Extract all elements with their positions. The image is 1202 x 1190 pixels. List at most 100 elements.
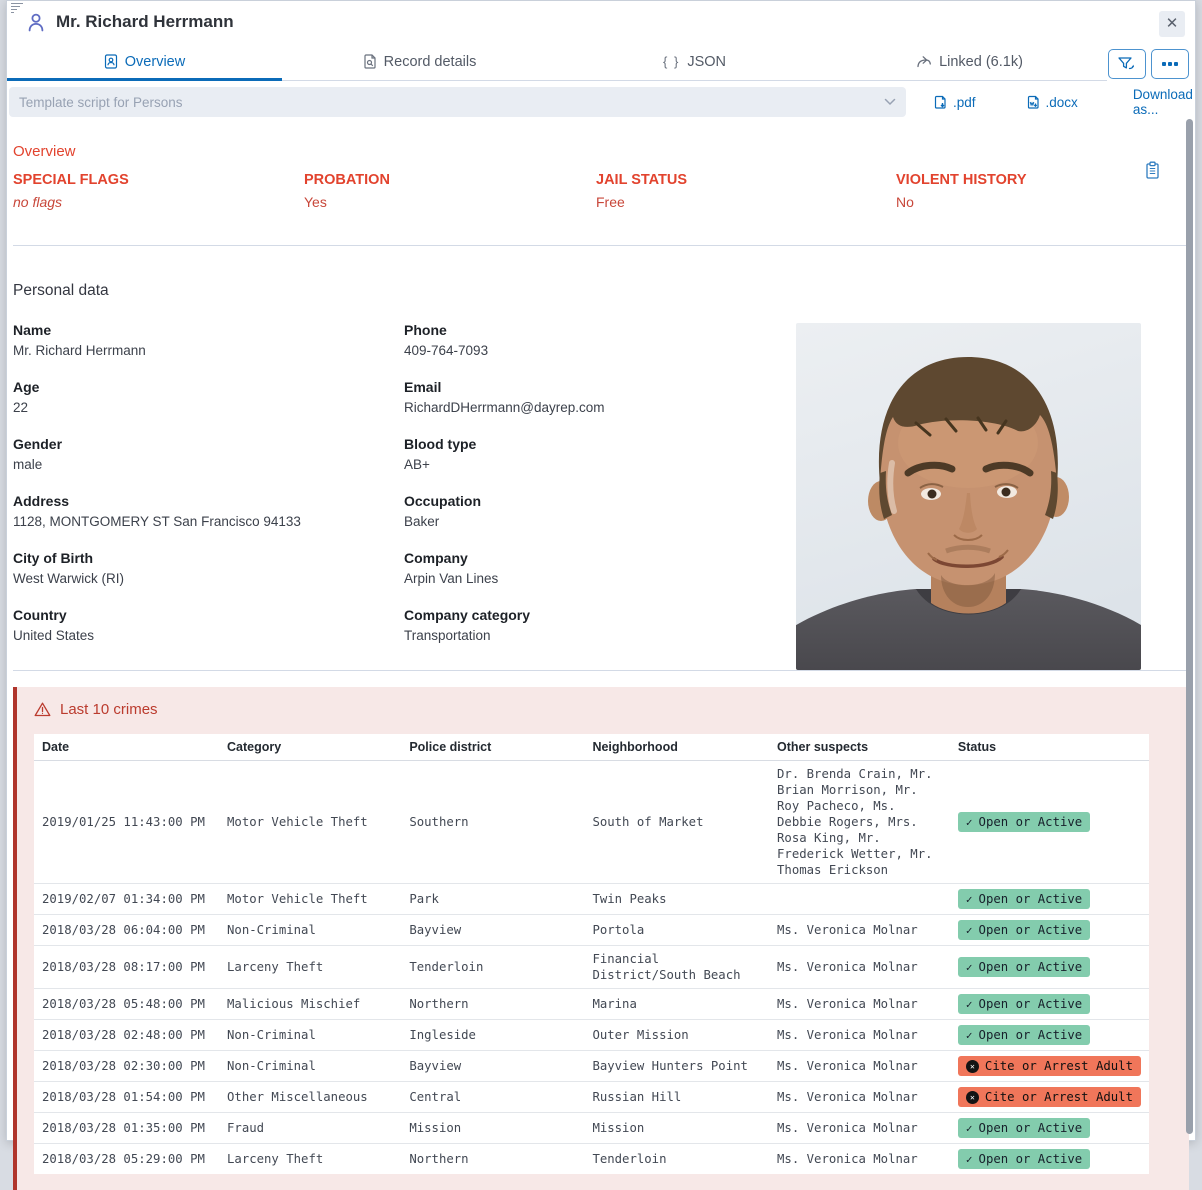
table-row: 2018/03/28 01:35:00 PM Fraud Mission Mis… bbox=[34, 1113, 1149, 1144]
crime-neighborhood-cell: Outer Mission bbox=[584, 1020, 769, 1051]
field-value: Baker bbox=[404, 512, 794, 531]
crime-neighborhood-cell: Marina bbox=[584, 989, 769, 1020]
docx-label: .docx bbox=[1046, 95, 1078, 110]
personal-fields-left: Name Mr. Richard Herrmann Age 22 Gender … bbox=[13, 320, 404, 670]
tab-label: Linked (6.1k) bbox=[939, 54, 1023, 70]
flag-value: Yes bbox=[304, 192, 596, 212]
flag-value: No bbox=[896, 192, 1189, 212]
status-badge: ✓ Open or Active bbox=[958, 957, 1090, 977]
col-header-district: Police district bbox=[401, 734, 584, 761]
drag-handle-icon bbox=[11, 3, 23, 15]
clipboard-copy-icon[interactable] bbox=[1144, 161, 1161, 185]
status-icon: ✓ bbox=[966, 1122, 973, 1135]
field-label: City of Birth bbox=[13, 548, 404, 569]
table-row: 2018/03/28 02:48:00 PM Non-Criminal Ingl… bbox=[34, 1020, 1149, 1051]
crime-neighborhood-cell: Portola bbox=[584, 915, 769, 946]
template-script-select[interactable]: Template script for Persons bbox=[9, 87, 906, 117]
status-label: Open or Active bbox=[979, 1027, 1083, 1043]
table-row: 2019/02/07 01:34:00 PM Motor Vehicle The… bbox=[34, 884, 1149, 915]
crime-status-cell: ✓ Open or Active bbox=[950, 915, 1149, 946]
document-search-icon bbox=[363, 54, 377, 69]
field-item: Age 22 bbox=[13, 377, 404, 417]
crime-status-cell: ✓ Open or Active bbox=[950, 884, 1149, 915]
crime-district-cell: Bayview bbox=[401, 915, 584, 946]
tab-linked[interactable]: Linked (6.1k) bbox=[832, 43, 1107, 80]
crime-date-cell: 2019/02/07 01:34:00 PM bbox=[34, 884, 219, 915]
status-badge: ✓ Open or Active bbox=[958, 920, 1090, 940]
crime-category-cell: Non-Criminal bbox=[219, 1020, 401, 1051]
crime-date-cell: 2018/03/28 05:48:00 PM bbox=[34, 989, 219, 1020]
crime-status-cell: ✓ Open or Active bbox=[950, 946, 1149, 989]
crimes-table: Date Category Police district Neighborho… bbox=[34, 734, 1149, 1174]
crime-district-cell: Tenderloin bbox=[401, 946, 584, 989]
field-item: Blood type AB+ bbox=[404, 434, 794, 474]
filter-export-icon[interactable] bbox=[1108, 49, 1146, 79]
status-icon: ✓ bbox=[966, 924, 973, 937]
field-label: Gender bbox=[13, 434, 404, 455]
crime-date-cell: 2018/03/28 02:48:00 PM bbox=[34, 1020, 219, 1051]
status-label: Open or Active bbox=[979, 996, 1083, 1012]
personal-fields-right: Phone 409-764-7093 Email RichardDHerrman… bbox=[404, 320, 794, 670]
status-label: Open or Active bbox=[979, 1151, 1083, 1167]
table-row: 2018/03/28 05:29:00 PM Larceny Theft Nor… bbox=[34, 1144, 1149, 1175]
page-title: Mr. Richard Herrmann bbox=[56, 12, 234, 32]
field-item: Country United States bbox=[13, 605, 404, 645]
table-row: 2018/03/28 08:17:00 PM Larceny Theft Ten… bbox=[34, 946, 1149, 989]
crime-date-cell: 2018/03/28 06:04:00 PM bbox=[34, 915, 219, 946]
field-item: Occupation Baker bbox=[404, 491, 794, 531]
field-value: United States bbox=[13, 626, 404, 645]
field-value: Mr. Richard Herrmann bbox=[13, 341, 404, 360]
crime-neighborhood-cell: Financial District/South Beach bbox=[584, 946, 769, 989]
status-label: Open or Active bbox=[979, 959, 1083, 975]
field-item: Address 1128, MONTGOMERY ST San Francisc… bbox=[13, 491, 404, 531]
crime-category-cell: Larceny Theft bbox=[219, 946, 401, 989]
crime-category-cell: Malicious Mischief bbox=[219, 989, 401, 1020]
status-label: Open or Active bbox=[979, 922, 1083, 938]
crime-district-cell: Mission bbox=[401, 1113, 584, 1144]
ellipsis-icon[interactable] bbox=[1151, 49, 1189, 79]
tab-overview[interactable]: Overview bbox=[7, 43, 282, 80]
close-icon[interactable]: ✕ bbox=[1159, 11, 1185, 37]
share-arrow-icon bbox=[916, 55, 932, 69]
crime-status-cell: ✓ Open or Active bbox=[950, 1020, 1149, 1051]
crime-suspects-cell: Ms. Veronica Molnar bbox=[769, 1113, 950, 1144]
status-icon: ✓ bbox=[966, 893, 973, 906]
tab-json[interactable]: { } JSON bbox=[557, 43, 832, 80]
crime-date-cell: 2018/03/28 05:29:00 PM bbox=[34, 1144, 219, 1175]
download-as-link[interactable]: Download as... bbox=[1133, 87, 1193, 117]
personal-data-title: Personal data bbox=[13, 282, 1189, 300]
col-header-date: Date bbox=[34, 734, 219, 761]
crime-status-cell: ✕ Cite or Arrest Adult bbox=[950, 1051, 1149, 1082]
vertical-scrollbar[interactable] bbox=[1184, 115, 1194, 1138]
crime-date-cell: 2018/03/28 01:35:00 PM bbox=[34, 1113, 219, 1144]
download-pdf-link[interactable]: .pdf bbox=[933, 95, 976, 110]
scrollbar-thumb[interactable] bbox=[1186, 119, 1193, 1134]
crime-suspects-cell: Dr. Brenda Crain, Mr. Brian Morrison, Mr… bbox=[769, 761, 950, 884]
field-value: West Warwick (RI) bbox=[13, 569, 404, 588]
status-badge: ✕ Cite or Arrest Adult bbox=[958, 1087, 1141, 1107]
field-value: 1128, MONTGOMERY ST San Francisco 94133 bbox=[13, 512, 404, 531]
table-row: 2019/01/25 11:43:00 PM Motor Vehicle The… bbox=[34, 761, 1149, 884]
download-docx-link[interactable]: .docx bbox=[1026, 95, 1078, 110]
overview-section-title: Overview bbox=[13, 143, 1189, 160]
status-badge: ✕ Cite or Arrest Adult bbox=[958, 1056, 1141, 1076]
field-label: Age bbox=[13, 377, 404, 398]
field-value: AB+ bbox=[404, 455, 794, 474]
tabs-row: Overview Record details { } JSON bbox=[7, 43, 1195, 81]
col-header-category: Category bbox=[219, 734, 401, 761]
tab-record-details[interactable]: Record details bbox=[282, 43, 557, 80]
field-label: Name bbox=[13, 320, 404, 341]
portrait-photo bbox=[796, 323, 1141, 670]
field-item: Name Mr. Richard Herrmann bbox=[13, 320, 404, 360]
status-icon: ✓ bbox=[966, 998, 973, 1011]
status-label: Open or Active bbox=[979, 814, 1083, 830]
warning-triangle-icon bbox=[34, 702, 51, 717]
record-viewer-modal: Mr. Richard Herrmann ✕ Overview bbox=[6, 0, 1196, 1141]
crime-date-cell: 2018/03/28 02:30:00 PM bbox=[34, 1051, 219, 1082]
status-badge: ✓ Open or Active bbox=[958, 889, 1090, 909]
download-as-label: Download as... bbox=[1133, 87, 1193, 117]
col-header-neighborhood: Neighborhood bbox=[584, 734, 769, 761]
crime-district-cell: Southern bbox=[401, 761, 584, 884]
crime-status-cell: ✕ Cite or Arrest Adult bbox=[950, 1082, 1149, 1113]
field-item: Gender male bbox=[13, 434, 404, 474]
